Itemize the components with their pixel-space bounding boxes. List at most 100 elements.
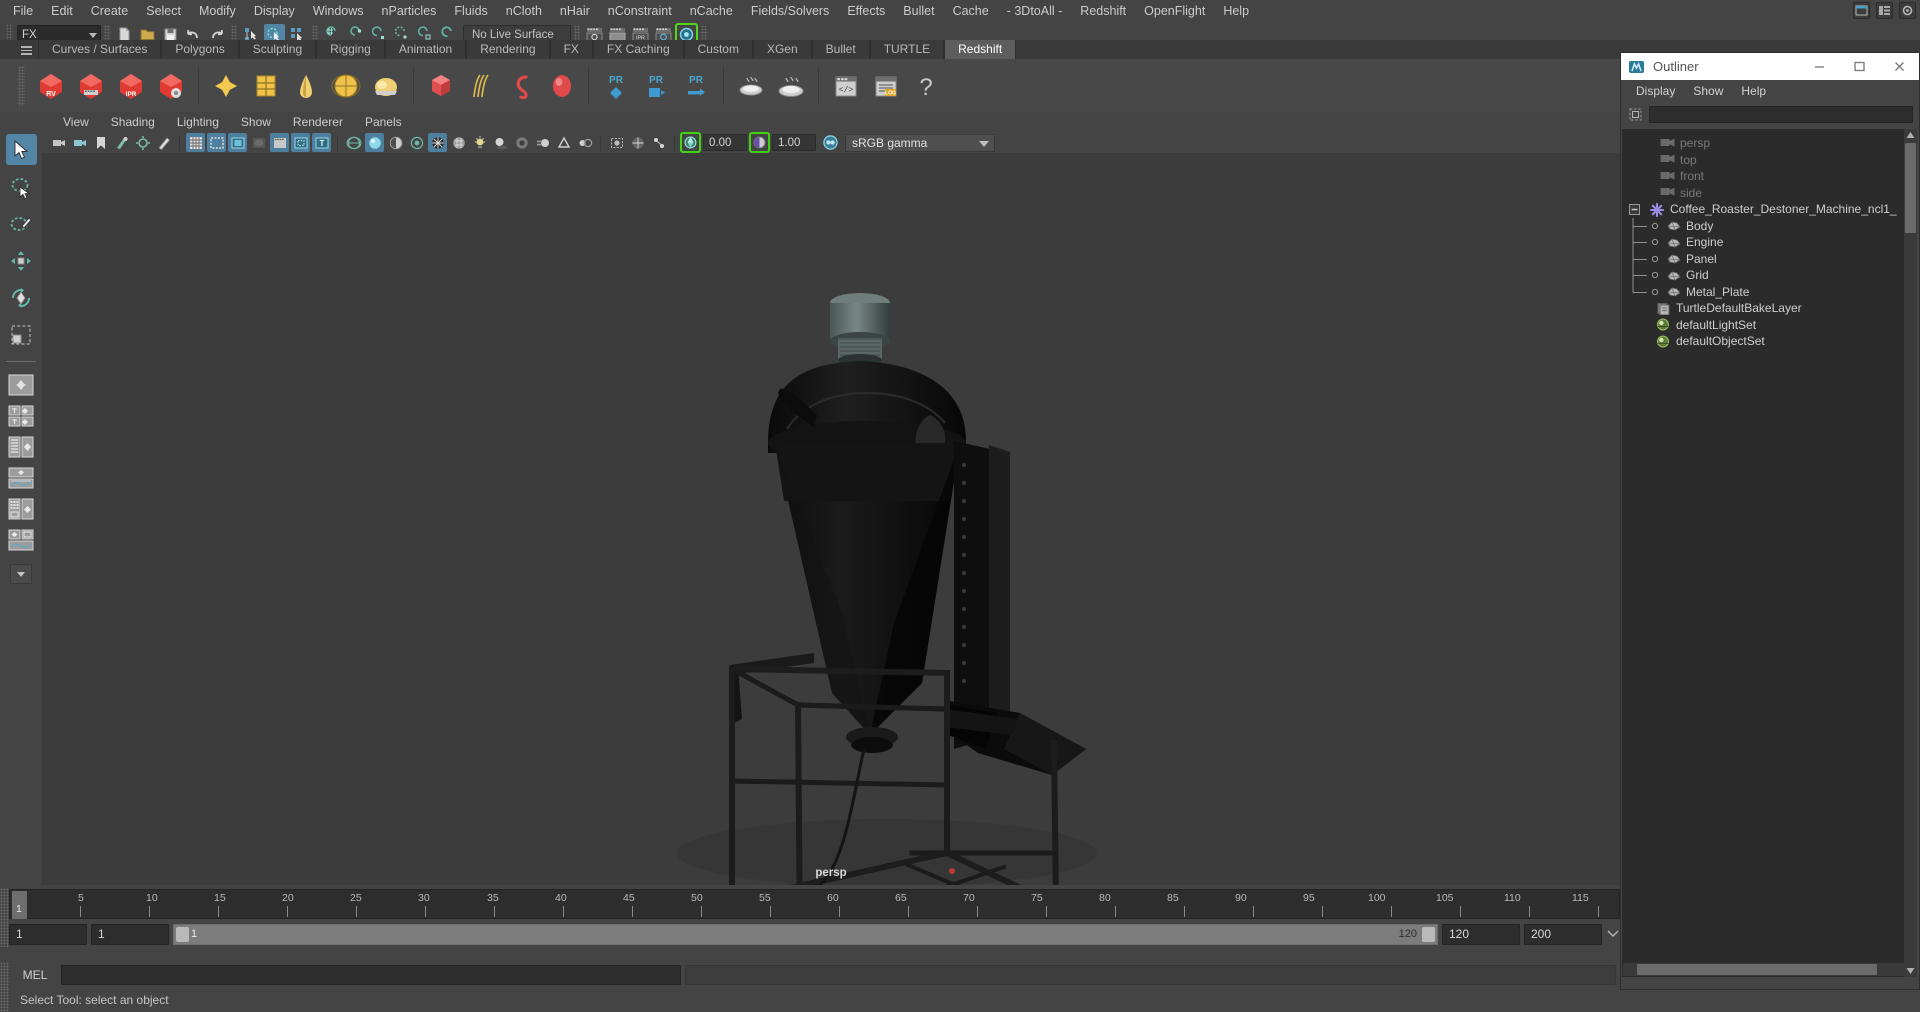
shelf-tab-fx[interactable]: FX bbox=[549, 40, 593, 59]
shelf-tab-custom[interactable]: Custom bbox=[683, 40, 753, 59]
filter-selection-icon[interactable] bbox=[1627, 106, 1644, 123]
menu-nparticles[interactable]: nParticles bbox=[373, 1, 446, 21]
outliner-horizontal-scrollbar[interactable] bbox=[1623, 963, 1905, 976]
use-default-lighting-icon[interactable] bbox=[470, 133, 489, 152]
smooth-shade-all-icon[interactable] bbox=[365, 133, 384, 152]
redshift-ipr-icon[interactable]: IPR bbox=[113, 68, 149, 104]
rs-light-dome-icon[interactable] bbox=[288, 68, 324, 104]
maximize-icon[interactable] bbox=[1839, 54, 1879, 80]
isolate-select-icon[interactable] bbox=[607, 133, 626, 152]
shelf-menu-icon[interactable] bbox=[18, 42, 34, 59]
film-origin-icon[interactable] bbox=[270, 133, 289, 152]
outliner-title-bar[interactable]: Outliner bbox=[1621, 53, 1919, 80]
menu-fields-solvers[interactable]: Fields/Solvers bbox=[742, 1, 839, 21]
shadows-icon[interactable] bbox=[491, 133, 510, 152]
rs-volume-icon[interactable] bbox=[503, 68, 539, 104]
exposure-field[interactable]: 0.00 bbox=[703, 134, 747, 151]
shelf-drag-grip[interactable] bbox=[18, 65, 25, 106]
menu-redshift[interactable]: Redshift bbox=[1071, 1, 1135, 21]
shelf-tab-rendering[interactable]: Rendering bbox=[466, 40, 550, 59]
exposure-icon[interactable] bbox=[680, 132, 701, 153]
menu-bullet[interactable]: Bullet bbox=[894, 1, 943, 21]
viewport-menu-panels[interactable]: Panels bbox=[354, 114, 413, 130]
playback-options-icon[interactable] bbox=[1606, 923, 1620, 945]
range-slider-grip[interactable] bbox=[0, 921, 9, 947]
menu-help[interactable]: Help bbox=[1214, 1, 1258, 21]
viewport-menu-lighting[interactable]: Lighting bbox=[166, 114, 230, 130]
menu-ncache[interactable]: nCache bbox=[681, 1, 742, 21]
outliner-search-input[interactable] bbox=[1649, 105, 1913, 123]
camera-attributes-icon[interactable] bbox=[70, 133, 89, 152]
layout-hypershade-persp[interactable] bbox=[6, 496, 37, 522]
scrollbar-thumb[interactable] bbox=[1905, 143, 1916, 233]
layout-outliner-persp[interactable] bbox=[6, 434, 37, 460]
time-slider-grip[interactable] bbox=[0, 888, 9, 921]
shelf-tab-rigging[interactable]: Rigging bbox=[316, 40, 385, 59]
layout-list-icon[interactable] bbox=[1876, 2, 1893, 19]
paint-select-tool[interactable] bbox=[6, 208, 37, 239]
playback-start-time-field[interactable]: 1 bbox=[91, 923, 169, 945]
range-end-handle[interactable] bbox=[1422, 926, 1435, 942]
help-line-grip[interactable] bbox=[0, 988, 9, 1012]
multisample-icon[interactable] bbox=[554, 133, 573, 152]
rs-sphere-icon[interactable] bbox=[543, 68, 579, 104]
toolbox-expand-button[interactable] bbox=[10, 564, 32, 584]
xray-icon[interactable] bbox=[628, 133, 647, 152]
scale-tool[interactable] bbox=[6, 319, 37, 350]
outliner-item-front[interactable]: front bbox=[1622, 168, 1905, 185]
outliner-vertical-scrollbar[interactable] bbox=[1904, 129, 1917, 977]
gamma-icon[interactable] bbox=[749, 132, 770, 153]
menu-3dtoall[interactable]: - 3DtoAll - bbox=[998, 1, 1072, 21]
menu-ncloth[interactable]: nCloth bbox=[497, 1, 551, 21]
range-start-handle[interactable] bbox=[176, 926, 189, 942]
shelf-tab-polygons[interactable]: Polygons bbox=[161, 40, 239, 59]
viewport-menu-renderer[interactable]: Renderer bbox=[282, 114, 354, 130]
rs-sprite-icon[interactable] bbox=[368, 68, 404, 104]
depth-of-field-icon[interactable] bbox=[575, 133, 594, 152]
rs-bake-set-icon[interactable] bbox=[733, 68, 769, 104]
close-icon[interactable] bbox=[1879, 54, 1919, 80]
two-d-pan-zoom-icon[interactable] bbox=[133, 133, 152, 152]
select-tool[interactable] bbox=[5, 134, 37, 165]
menu-edit[interactable]: Edit bbox=[42, 1, 82, 21]
outliner-item-engine[interactable]: Engine bbox=[1622, 234, 1905, 252]
rs-bake-all-icon[interactable] bbox=[773, 68, 809, 104]
anim-start-time-field[interactable]: 1 bbox=[9, 923, 87, 945]
command-line-grip[interactable] bbox=[0, 962, 9, 988]
bookmark-icon[interactable] bbox=[91, 133, 110, 152]
layout-persp-render[interactable] bbox=[6, 527, 37, 553]
scrollbar-thumb[interactable] bbox=[1637, 964, 1877, 975]
expander-leaf-icon[interactable] bbox=[1650, 288, 1660, 296]
expander-leaf-icon[interactable] bbox=[1650, 222, 1660, 230]
outliner-item-default-object-set[interactable]: defaultObjectSet bbox=[1622, 333, 1905, 350]
outliner-item-metal-plate[interactable]: Metal_Plate bbox=[1622, 283, 1905, 301]
redshift-rv-icon[interactable]: RV bbox=[33, 68, 69, 104]
view-transform-selector[interactable]: sRGB gamma bbox=[845, 133, 995, 152]
rs-hair-icon[interactable] bbox=[463, 68, 499, 104]
rs-environment-icon[interactable] bbox=[328, 68, 364, 104]
rs-material-icon[interactable] bbox=[208, 68, 244, 104]
range-slider-bar[interactable]: 1 120 bbox=[173, 923, 1438, 945]
shelf-tab-sculpting[interactable]: Sculpting bbox=[238, 40, 317, 59]
rs-log-icon[interactable]: LOG bbox=[868, 68, 904, 104]
rs-texture-icon[interactable] bbox=[248, 68, 284, 104]
expander-collapse-button[interactable] bbox=[1626, 203, 1642, 215]
motion-blur-icon[interactable] bbox=[533, 133, 552, 152]
shelf-tab-animation[interactable]: Animation bbox=[384, 40, 467, 59]
redshift-settings-icon[interactable] bbox=[153, 68, 189, 104]
shelf-tab-turtle[interactable]: TURTLE bbox=[869, 40, 945, 59]
grid-toggle-icon[interactable] bbox=[186, 133, 205, 152]
safe-action-icon[interactable] bbox=[291, 133, 310, 152]
menu-openflight[interactable]: OpenFlight bbox=[1135, 1, 1214, 21]
shelf-tab-bullet[interactable]: Bullet bbox=[811, 40, 870, 59]
outliner-item-default-light-set[interactable]: defaultLightSet bbox=[1622, 317, 1905, 334]
select-camera-icon[interactable] bbox=[49, 133, 68, 152]
outliner-tree[interactable]: persp top front side Coffee_Roaster_Dest… bbox=[1622, 129, 1905, 977]
menu-modify[interactable]: Modify bbox=[190, 1, 245, 21]
outliner-item-body[interactable]: Body bbox=[1622, 217, 1905, 235]
expander-leaf-icon[interactable] bbox=[1650, 271, 1660, 279]
rs-help-icon[interactable]: ? bbox=[908, 68, 944, 104]
outliner-item-coffee-roaster-group[interactable]: Coffee_Roaster_Destoner_Machine_ncl1_ bbox=[1622, 201, 1905, 218]
smooth-shade-selected-icon[interactable] bbox=[386, 133, 405, 152]
grease-pencil-icon[interactable] bbox=[154, 133, 173, 152]
